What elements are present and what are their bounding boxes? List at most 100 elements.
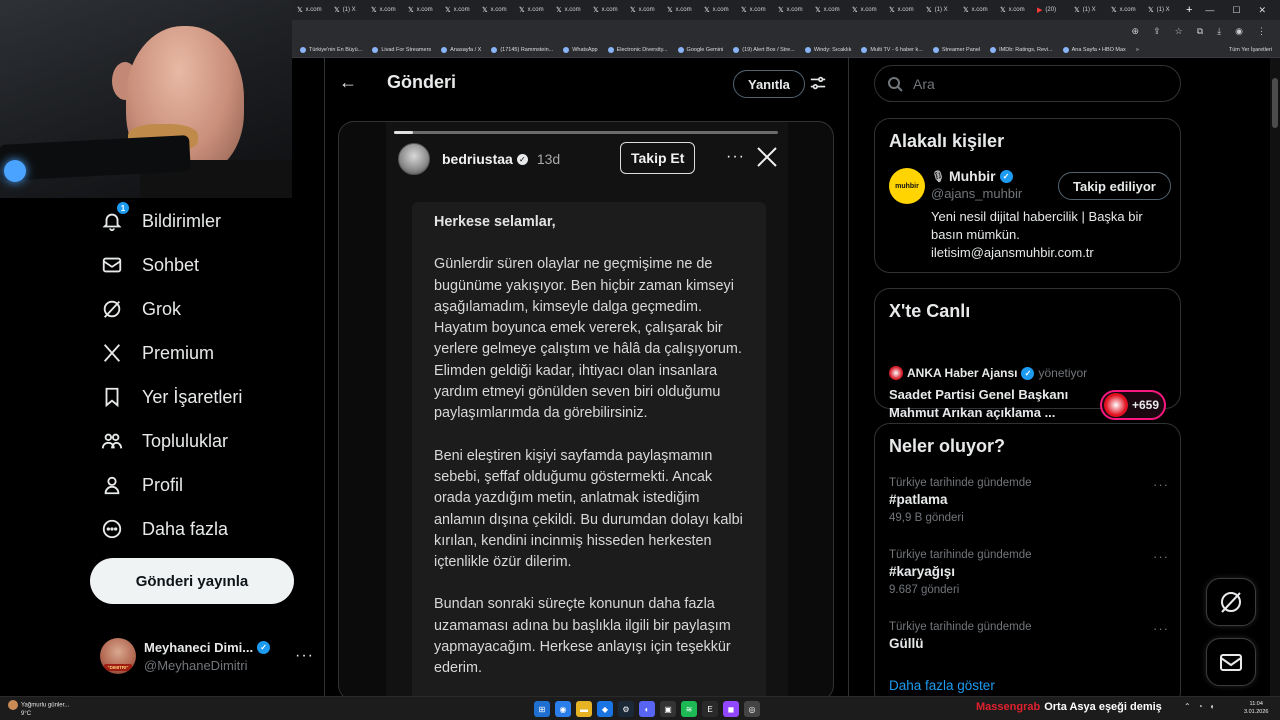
bookmark-item[interactable]: (17145) Rammstein... [491, 46, 553, 53]
bookmark-item[interactable]: Anasayfa / X [441, 46, 481, 53]
browser-tab[interactable]: 𝕏 (1) X [329, 0, 366, 20]
account-more-icon[interactable]: ··· [295, 647, 314, 665]
folder-icon[interactable]: ▬ [576, 701, 592, 717]
windows-start-icon[interactable]: ⊞ [534, 701, 550, 717]
live-space[interactable]: ANKA Haber Ajansı ✓ yönetiyor Saadet Par… [875, 322, 1180, 420]
browser-menu-icon[interactable]: ⋮ [1257, 26, 1266, 37]
share-icon[interactable]: ⇪ [1153, 26, 1161, 37]
discord-icon[interactable]: ◐ [639, 701, 655, 717]
browser-tab[interactable]: 𝕏x.com [736, 0, 773, 20]
browser-tab[interactable]: 𝕏 (1) X [1143, 0, 1180, 20]
bookmark-item[interactable]: WhatsApp [563, 46, 598, 53]
post-button[interactable]: Gönderi yayınla [90, 558, 294, 604]
download-icon[interactable]: ⤓ [1217, 26, 1221, 37]
related-name[interactable]: Muhbir [949, 168, 996, 184]
reply-button[interactable]: Yanıtla [733, 70, 805, 98]
search-input[interactable] [913, 75, 1153, 92]
bookmark-item[interactable]: IMDb: Ratings, Revi... [990, 46, 1053, 53]
tray-chevron-icon[interactable]: ⌃ [1184, 702, 1191, 711]
scrollbar-thumb[interactable] [1272, 78, 1278, 128]
bookmark-item[interactable]: Streamer Panel [932, 46, 980, 53]
app-icon[interactable]: ◼ [723, 701, 739, 717]
browser-tab[interactable]: 𝕏x.com [551, 0, 588, 20]
sidebar-item-premium[interactable]: Premium [100, 335, 214, 371]
bookmark-item[interactable]: (19) Alert Box / Stre... [733, 46, 795, 53]
browser-tab[interactable]: ▶ (20) [1032, 0, 1069, 20]
minimize-icon[interactable]: — [1205, 5, 1214, 15]
maximize-icon[interactable]: ☐ [1232, 5, 1240, 16]
all-bookmarks[interactable]: Tüm Yer İşaretleri [1229, 47, 1280, 53]
sidebar-item-bookmarks[interactable]: Yer İşaretleri [100, 379, 242, 415]
bookmark-item[interactable]: Ana Sayfa • HBO Max [1062, 46, 1126, 53]
obs-icon[interactable]: ◎ [744, 701, 760, 717]
sidebar-item-grok[interactable]: Grok [100, 291, 181, 327]
browser-tab[interactable]: 𝕏x.com [699, 0, 736, 20]
browser-tab[interactable]: 𝕏x.com [477, 0, 514, 20]
account-switcher[interactable]: "DIMITRI" Meyhaneci Dimi... ✓ @MeyhaneDi… [100, 634, 314, 678]
app-icon[interactable]: ◆ [597, 701, 613, 717]
new-tab-button[interactable]: + [1180, 4, 1198, 16]
trend-more-icon[interactable]: ··· [1153, 477, 1169, 492]
ticker-text: Orta Asya eşeği demiş [1044, 701, 1162, 713]
bookmark-item[interactable]: Google Gemini [677, 46, 723, 53]
sidebar-item-more[interactable]: Daha fazla [100, 511, 228, 547]
browser-tab[interactable]: 𝕏x.com [403, 0, 440, 20]
muhbir-avatar[interactable]: muhbir [889, 168, 925, 204]
bookmark-item[interactable]: Livad For Streamers [372, 46, 431, 53]
filter-icon[interactable] [809, 74, 827, 92]
sidebar-item-communities[interactable]: Topluluklar [100, 423, 228, 459]
bookmark-item[interactable]: Multi TV - 6 haber k... [861, 46, 923, 53]
grok-fab[interactable] [1206, 578, 1256, 626]
browser-tab[interactable]: 𝕏x.com [958, 0, 995, 20]
star-icon[interactable]: ☆ [1175, 26, 1183, 37]
browser-tab[interactable]: 𝕏x.com [884, 0, 921, 20]
browser-tab[interactable]: 𝕏 (1) X [921, 0, 958, 20]
show-more-link[interactable]: Daha fazla göster [889, 678, 995, 693]
browser-tab[interactable]: 𝕏x.com [810, 0, 847, 20]
bookmarks-overflow[interactable]: » [1136, 47, 1139, 53]
browser-tab[interactable]: 𝕏x.com [588, 0, 625, 20]
weather-widget[interactable]: Yağmurlu günler... 9°C [8, 700, 69, 718]
browser-tab[interactable]: 𝕏x.com [847, 0, 884, 20]
page-scrollbar[interactable] [1270, 58, 1280, 696]
related-person[interactable]: muhbir 🎙 Muhbir ✓ @ajans_muhbir Takip ed… [875, 152, 1180, 282]
bookmark-item[interactable]: Electronic Diversity... [607, 46, 668, 53]
following-button[interactable]: Takip ediliyor [1058, 172, 1171, 200]
network-icon[interactable]: ◔ [1198, 702, 1203, 711]
browser-tab[interactable]: 𝕏x.com [514, 0, 551, 20]
chrome-icon[interactable]: ◉ [555, 701, 571, 717]
browser-tab[interactable]: 𝕏x.com [662, 0, 699, 20]
clock[interactable]: 11:04 3.01.2026 [1244, 700, 1268, 716]
trend-more-icon[interactable]: ··· [1153, 621, 1169, 636]
app-icon[interactable]: ▣ [660, 701, 676, 717]
browser-tab[interactable]: 𝕏x.com [773, 0, 810, 20]
profile-circle-icon[interactable]: ◉ [1235, 26, 1243, 37]
back-arrow-icon[interactable]: ← [339, 72, 357, 93]
trend-item[interactable]: Türkiye tarihinde gündemde Güllü ··· [889, 621, 1169, 651]
browser-tab[interactable]: 𝕏x.com [366, 0, 403, 20]
browser-tab[interactable]: 𝕏x.com [292, 0, 329, 20]
browser-tab[interactable]: 𝕏x.com [440, 0, 477, 20]
browser-tab[interactable]: 𝕏 (1) X [1069, 0, 1106, 20]
sidebar-item-chat[interactable]: Sohbet [100, 247, 199, 283]
trend-item[interactable]: Türkiye tarihinde gündemde #karyağışı 9.… [889, 549, 1169, 596]
bookmark-item[interactable]: Windy: Sıcaklık [804, 46, 851, 53]
browser-tab[interactable]: 𝕏x.com [995, 0, 1032, 20]
trend-item[interactable]: Türkiye tarihinde gündemde #patlama 49,9… [889, 477, 1169, 524]
browser-tab[interactable]: 𝕏x.com [625, 0, 662, 20]
browser-tab[interactable]: 𝕏x.com [1106, 0, 1143, 20]
sidebar-item-profile[interactable]: Profil [100, 467, 183, 503]
search-box[interactable] [874, 65, 1181, 102]
close-window-icon[interactable]: ✕ [1258, 5, 1266, 16]
epic-games-icon[interactable]: E [702, 701, 718, 717]
messages-fab[interactable] [1206, 638, 1256, 686]
spotify-icon[interactable]: ≋ [681, 701, 697, 717]
extensions-icon[interactable]: ⧉ [1197, 26, 1203, 37]
steam-icon[interactable]: ⚙ [618, 701, 634, 717]
sidebar-item-notifications[interactable]: 1 Bildirimler [100, 201, 221, 239]
trend-more-icon[interactable]: ··· [1153, 549, 1169, 564]
zoom-icon[interactable]: ⊕ [1132, 26, 1140, 37]
bookmark-item[interactable]: Türkiye'nin En Büyü... [300, 46, 362, 53]
volume-icon[interactable]: ◖ [1210, 702, 1215, 711]
live-listeners-pill[interactable]: +659 [1100, 390, 1166, 420]
